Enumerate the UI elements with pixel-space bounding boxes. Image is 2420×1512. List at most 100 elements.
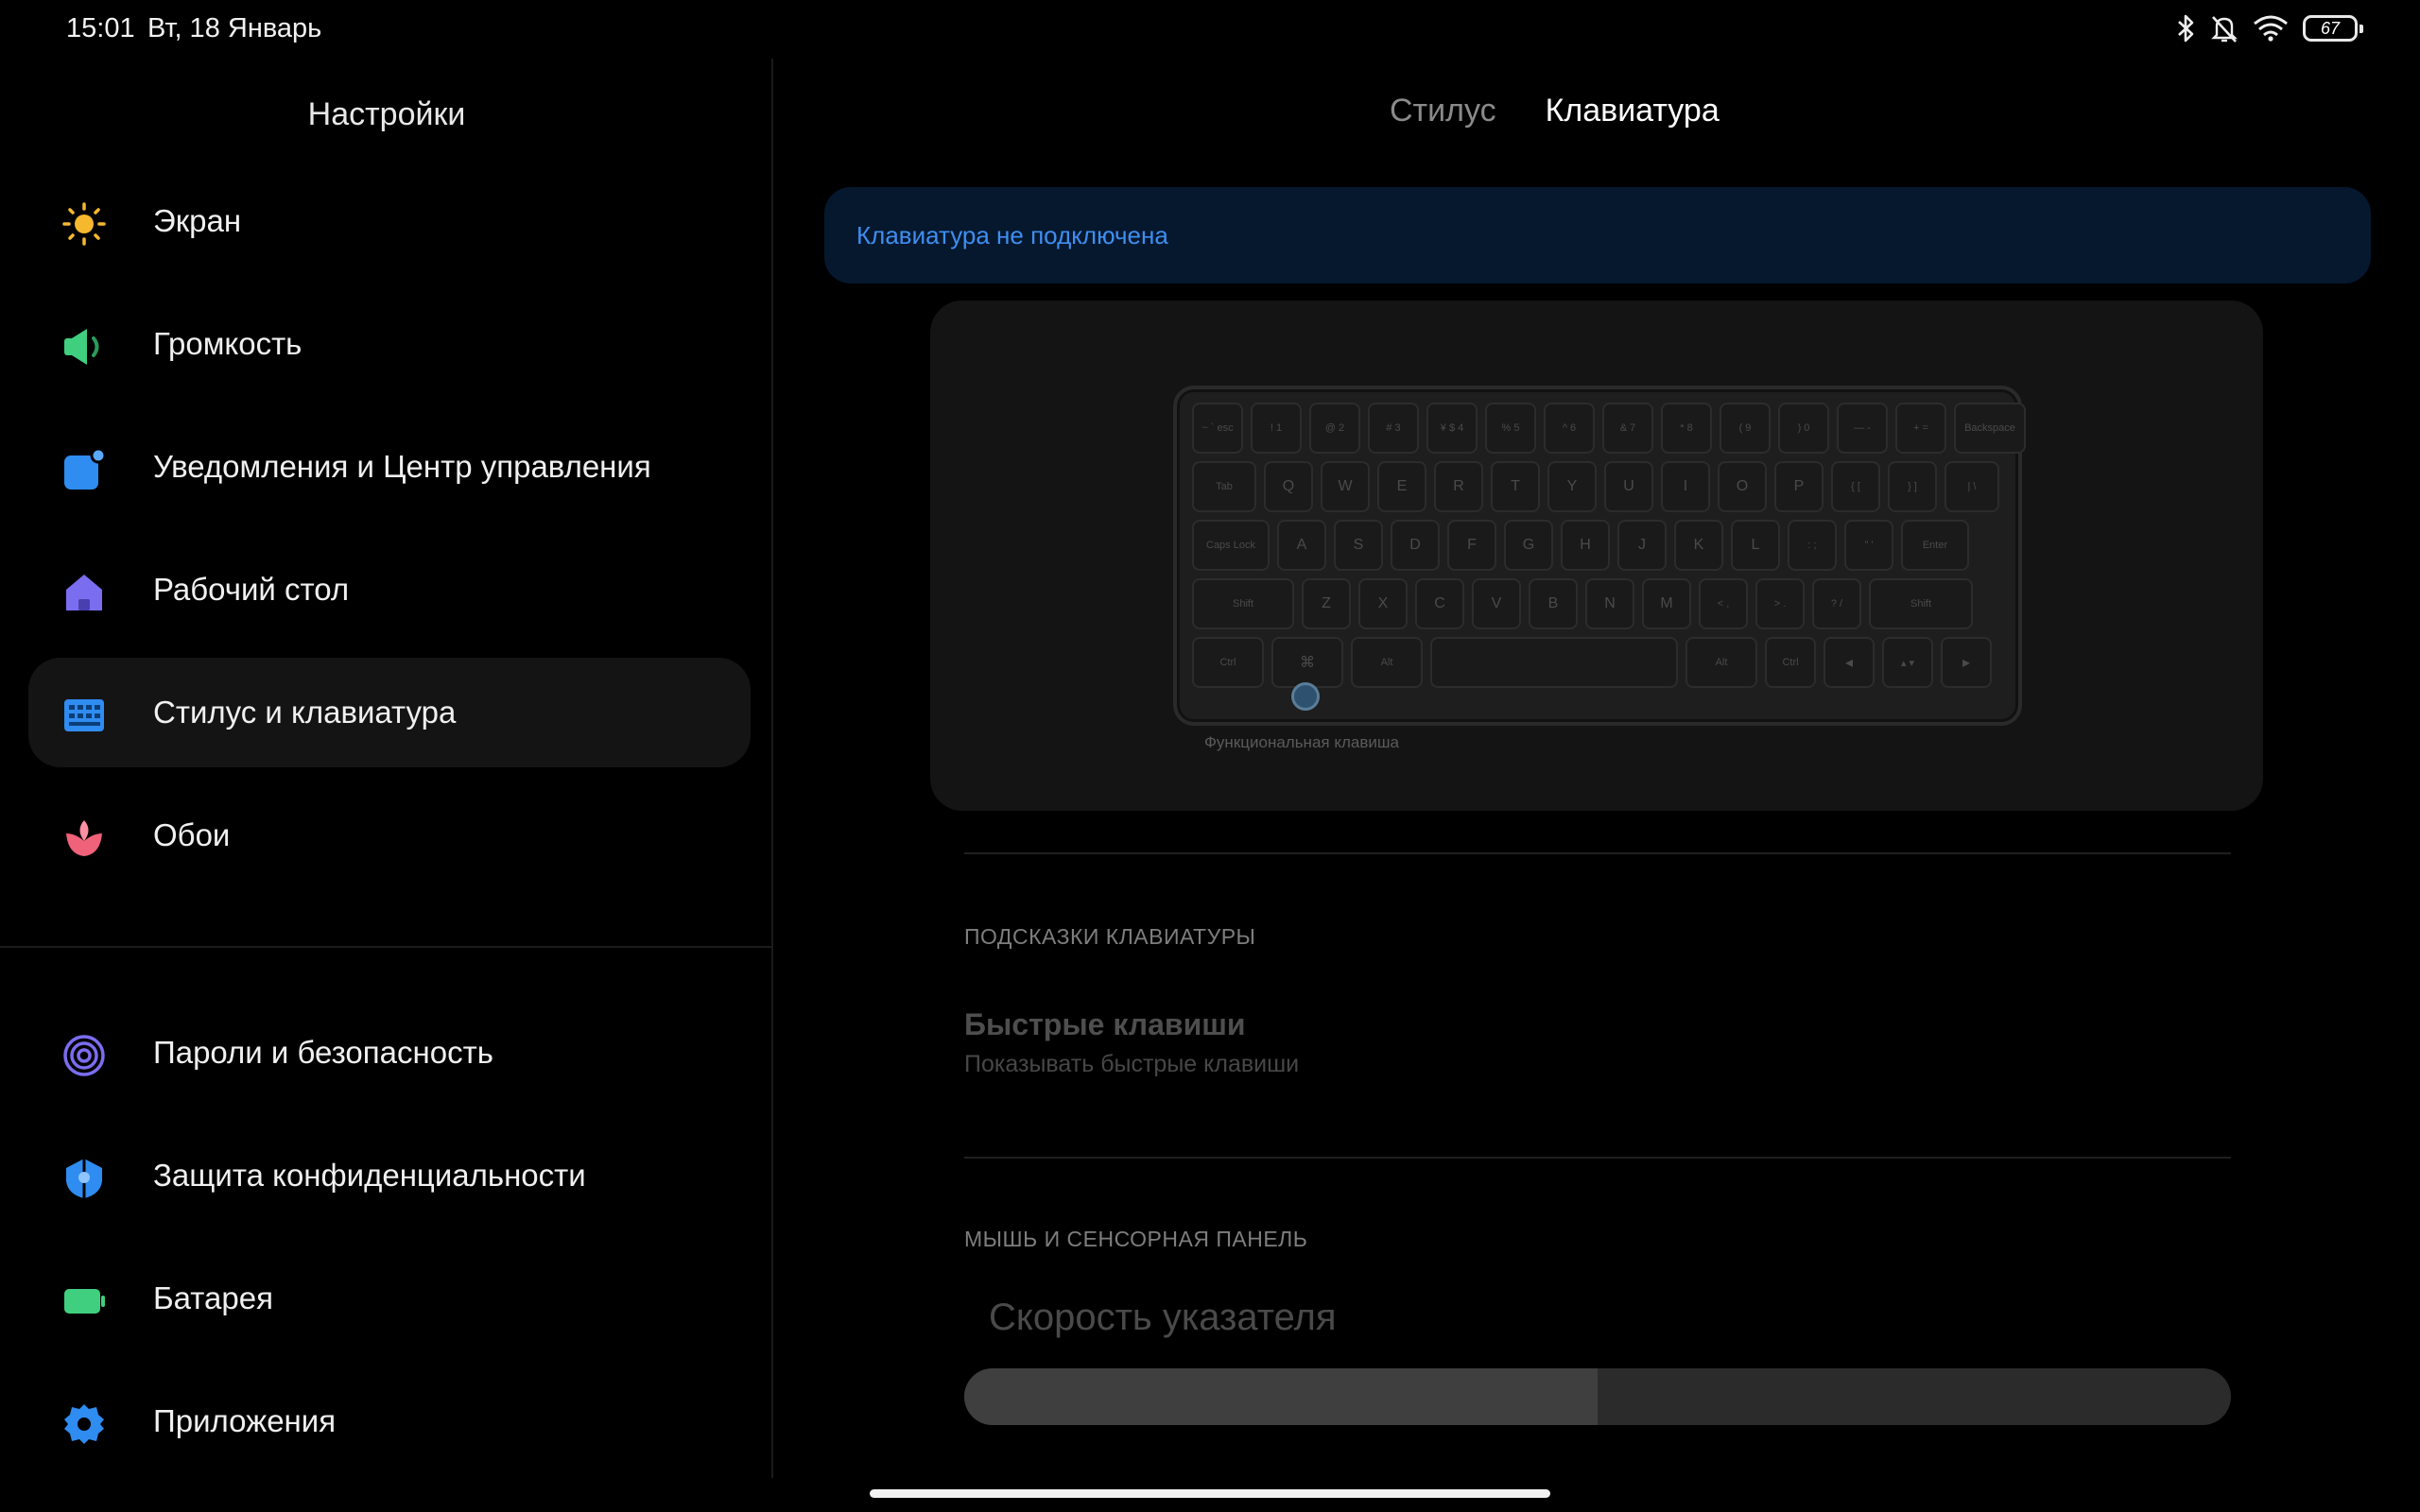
section-divider bbox=[964, 1157, 2231, 1159]
keyboard-key: P bbox=[1774, 461, 1824, 512]
keyboard-key: ▸ bbox=[1941, 637, 1992, 688]
fingerprint-icon bbox=[63, 1035, 105, 1076]
section-divider bbox=[964, 852, 2231, 854]
sidebar-item-screen[interactable]: Экран bbox=[28, 166, 751, 276]
keyboard-key: — - bbox=[1837, 403, 1888, 454]
status-time: 15:01 bbox=[66, 13, 135, 43]
sidebar-item-label: Пароли и безопасность bbox=[153, 1035, 493, 1070]
status-date: Вт, 18 Январь bbox=[147, 13, 322, 43]
keyboard-key: Enter bbox=[1901, 520, 1969, 571]
sun-icon bbox=[62, 202, 106, 246]
status-icons: 67 bbox=[2176, 11, 2363, 45]
keyboard-key: O bbox=[1718, 461, 1767, 512]
function-key-caption: Функциональная клавиша bbox=[1204, 733, 1399, 751]
keyboard-key: Alt bbox=[1685, 637, 1757, 688]
section-header-keyboard-hints: ПОДСКАЗКИ КЛАВИАТУРЫ bbox=[964, 924, 1256, 949]
sidebar-item-label: Приложения bbox=[153, 1403, 337, 1438]
sidebar-item-stylus-keyboard[interactable]: Стилус и клавиатура bbox=[28, 658, 751, 767]
keyboard-key: @ 2 bbox=[1309, 403, 1360, 454]
keyboard-key: V bbox=[1472, 578, 1521, 629]
settings-sidebar: Настройки Экран Громкость Уведомления и … bbox=[0, 59, 773, 1478]
keyboard-key: Q bbox=[1264, 461, 1313, 512]
pointer-speed-slider[interactable] bbox=[964, 1368, 2231, 1425]
keyboard-key: L bbox=[1731, 520, 1780, 571]
gear-icon bbox=[64, 1404, 104, 1444]
tab-keyboard[interactable]: Клавиатура bbox=[1546, 93, 1720, 129]
section-header-mouse-touchpad: МЫШЬ И СЕНСОРНАЯ ПАНЕЛЬ bbox=[964, 1227, 1308, 1251]
sidebar-item-battery[interactable]: Батарея bbox=[28, 1244, 751, 1353]
battery-icon bbox=[64, 1289, 105, 1314]
keyboard-key: Backspace bbox=[1954, 403, 2026, 454]
bell-muted-icon bbox=[2211, 16, 2238, 43]
keyboard-key: A bbox=[1277, 520, 1326, 571]
keyboard-key: B bbox=[1529, 578, 1578, 629]
keyboard-key: G bbox=[1504, 520, 1553, 571]
keyboard-status-banner: Клавиатура не подключена bbox=[824, 187, 2371, 284]
sidebar-item-label: Стилус и клавиатура bbox=[153, 695, 457, 730]
sidebar-item-home-screen[interactable]: Рабочий стол bbox=[28, 535, 751, 644]
keyboard-key: Y bbox=[1547, 461, 1597, 512]
sidebar-item-privacy[interactable]: Защита конфиденциальности bbox=[28, 1121, 751, 1230]
keyboard-key: ▴ ▾ bbox=[1882, 637, 1933, 688]
sidebar-divider bbox=[0, 946, 773, 948]
keyboard-key: ? / bbox=[1812, 578, 1861, 629]
keyboard-key: Tab bbox=[1192, 461, 1256, 512]
keyboard-key: ⌘ bbox=[1271, 637, 1343, 688]
keyboard-key: U bbox=[1604, 461, 1653, 512]
home-icon bbox=[66, 575, 102, 610]
flower-icon bbox=[66, 820, 102, 856]
keyboard-key: Z bbox=[1302, 578, 1351, 629]
function-key-marker bbox=[1291, 682, 1320, 711]
keyboard-key: N bbox=[1585, 578, 1634, 629]
keyboard-key: D bbox=[1391, 520, 1440, 571]
sidebar-item-wallpaper[interactable]: Обои bbox=[28, 781, 751, 890]
keyboard-key: ! 1 bbox=[1251, 403, 1302, 454]
sidebar-item-label: Рабочий стол bbox=[153, 572, 350, 607]
pointer-speed-slider-fill bbox=[964, 1368, 1598, 1425]
keyboard-key: J bbox=[1617, 520, 1667, 571]
keyboard-key: C bbox=[1415, 578, 1464, 629]
keyboard-key: F bbox=[1447, 520, 1496, 571]
sidebar-item-label: Батарея bbox=[153, 1280, 273, 1315]
shortcuts-subtitle: Показывать быстрые клавиши bbox=[964, 1051, 1300, 1077]
sidebar-item-apps[interactable]: Приложения bbox=[28, 1366, 751, 1476]
keyboard-key: > . bbox=[1755, 578, 1805, 629]
sidebar-item-volume[interactable]: Громкость bbox=[28, 289, 751, 399]
keyboard-key: < , bbox=[1699, 578, 1748, 629]
keyboard-key: Shift bbox=[1192, 578, 1294, 629]
keyboard-key: ¥ $ 4 bbox=[1426, 403, 1478, 454]
home-indicator[interactable] bbox=[870, 1489, 1550, 1498]
keyboard-key: # 3 bbox=[1368, 403, 1419, 454]
keyboard-keys: ~ ` esc! 1 @ 2 # 3 ¥ $ 4% 5 ^ 6 & 7 * 8( 9) 0—… bbox=[1192, 403, 2026, 707]
keyboard-icon bbox=[64, 699, 104, 731]
pointer-speed-label: Скорость указателя bbox=[989, 1297, 1337, 1338]
battery-level: 67 bbox=[2320, 18, 2341, 38]
shortcuts-title[interactable]: Быстрые клавиши bbox=[964, 1007, 1246, 1042]
keyboard-illustration: ~ ` esc! 1 @ 2 # 3 ¥ $ 4% 5 ^ 6 & 7 * 8( 9) 0—… bbox=[1173, 386, 2026, 726]
keyboard-key: M bbox=[1642, 578, 1691, 629]
sidebar-item-label: Защита конфиденциальности bbox=[153, 1158, 586, 1193]
wifi-icon bbox=[2254, 15, 2288, 42]
notification-icon bbox=[64, 448, 106, 490]
keyboard-key: W bbox=[1321, 461, 1370, 512]
sidebar-item-passwords-security[interactable]: Пароли и безопасность bbox=[28, 998, 751, 1108]
keyboard-key: " ' bbox=[1844, 520, 1893, 571]
keyboard-key: ~ ` esc bbox=[1192, 403, 1243, 454]
keyboard-key: H bbox=[1561, 520, 1610, 571]
sidebar-item-label: Громкость bbox=[153, 326, 302, 361]
keyboard-key: { [ bbox=[1831, 461, 1880, 512]
keyboard-row: Caps Lock A S D F G H J K L: ; " ' Enter bbox=[1192, 520, 2003, 571]
sidebar-item-notifications[interactable]: Уведомления и Центр управления bbox=[28, 412, 751, 522]
keyboard-key: : ; bbox=[1788, 520, 1837, 571]
keyboard-key: * 8 bbox=[1661, 403, 1712, 454]
keyboard-row: Ctrl ⌘ Alt Alt Ctrl ◂ ▴ ▾ ▸ bbox=[1192, 637, 2003, 688]
keyboard-key: Caps Lock bbox=[1192, 520, 1270, 571]
keyboard-key: X bbox=[1358, 578, 1408, 629]
keyboard-row: Shift Z X C V B N M < , > .? / Shift bbox=[1192, 578, 2003, 629]
keyboard-key: E bbox=[1377, 461, 1426, 512]
keyboard-key: T bbox=[1491, 461, 1540, 512]
keyboard-row: ~ ` esc! 1 @ 2 # 3 ¥ $ 4% 5 ^ 6 & 7 * 8( 9) 0—… bbox=[1192, 403, 2026, 454]
keyboard-key bbox=[1430, 637, 1678, 688]
sidebar-item-label: Экран bbox=[153, 203, 242, 238]
tab-stylus[interactable]: Стилус bbox=[1390, 93, 1496, 129]
